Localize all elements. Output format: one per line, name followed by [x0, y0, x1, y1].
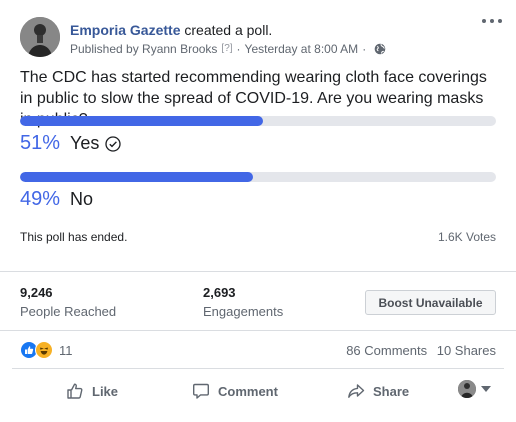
- reaction-summary[interactable]: 11: [20, 341, 73, 359]
- page-name-link[interactable]: Emporia Gazette: [70, 22, 180, 38]
- more-options-icon[interactable]: [482, 14, 502, 28]
- haha-icon: [35, 341, 53, 359]
- poll-option-yes-label: Yes: [70, 133, 100, 153]
- avatar-portrait-image: [20, 17, 60, 57]
- meta-separator: ·: [236, 42, 241, 56]
- like-button[interactable]: Like: [66, 378, 118, 404]
- published-by-text[interactable]: Published by Ryann Brooks: [70, 41, 217, 57]
- poll-post-card: Emporia Gazette created a poll. Publishe…: [0, 0, 516, 422]
- engagements-value: 2,693: [203, 285, 236, 300]
- poll-option-no-fill: [20, 172, 254, 182]
- engagement-links: 86 Comments 10 Shares: [346, 343, 496, 358]
- people-reached-label: People Reached: [20, 304, 117, 319]
- dot-1: [482, 19, 486, 23]
- poll-option-yes-bar: [20, 116, 496, 126]
- comment-bubble-icon: [193, 383, 209, 399]
- engagements-label: Engagements: [203, 304, 284, 319]
- like-label: Like: [92, 383, 119, 399]
- poll-option-no-label: No: [70, 189, 94, 209]
- poll-vote-count[interactable]: 1.6K Votes: [438, 230, 496, 244]
- selected-identity-avatar: [458, 380, 476, 398]
- comments-link[interactable]: 86 Comments: [346, 343, 427, 358]
- poll-status: This poll has ended.: [20, 230, 128, 244]
- action-divider: [12, 368, 504, 369]
- poll-option-no-bar: [20, 172, 496, 182]
- share-label: Share: [373, 383, 410, 399]
- shares-link[interactable]: 10 Shares: [437, 343, 496, 358]
- thumbs-up-glyph: [25, 346, 34, 354]
- identity-selector[interactable]: [458, 380, 491, 398]
- comment-button[interactable]: Comment: [192, 378, 278, 404]
- poll-option-yes-percent: 51%: [20, 132, 61, 154]
- poll-option-yes-fill: [20, 116, 263, 126]
- post-timestamp[interactable]: Yesterday at 8:00 AM: [245, 41, 359, 57]
- reaction-count: 11: [59, 342, 73, 358]
- share-button[interactable]: Share: [347, 378, 409, 404]
- mini-portrait-image: [458, 380, 476, 398]
- chevron-down-icon: [481, 386, 491, 392]
- comment-label: Comment: [218, 383, 278, 399]
- poll-option-no[interactable]: 49% No: [20, 188, 93, 211]
- help-marker[interactable]: [?]: [221, 41, 232, 57]
- post-title-line: Emporia Gazette created a poll.: [70, 21, 272, 39]
- post-action-text: created a poll.: [184, 22, 273, 38]
- post-meta: Published by Ryann Brooks [?] · Yesterda…: [70, 41, 386, 57]
- selected-check-icon: [105, 135, 122, 152]
- poll-option-yes[interactable]: 51% Yes: [20, 132, 122, 155]
- globe-icon[interactable]: [374, 43, 386, 55]
- dot-3: [498, 19, 502, 23]
- section-divider: [0, 330, 516, 331]
- people-reached-value: 9,246: [20, 285, 53, 300]
- page-avatar[interactable]: [20, 17, 60, 57]
- dot-2: [490, 19, 494, 23]
- laughing-face-glyph: [40, 347, 48, 355]
- like-outline-icon: [67, 383, 83, 399]
- poll-option-no-percent: 49%: [20, 188, 61, 210]
- section-divider: [0, 271, 516, 272]
- meta-separator-2: ·: [362, 42, 367, 56]
- share-arrow-icon: [348, 384, 365, 398]
- boost-unavailable-button[interactable]: Boost Unavailable: [365, 290, 496, 315]
